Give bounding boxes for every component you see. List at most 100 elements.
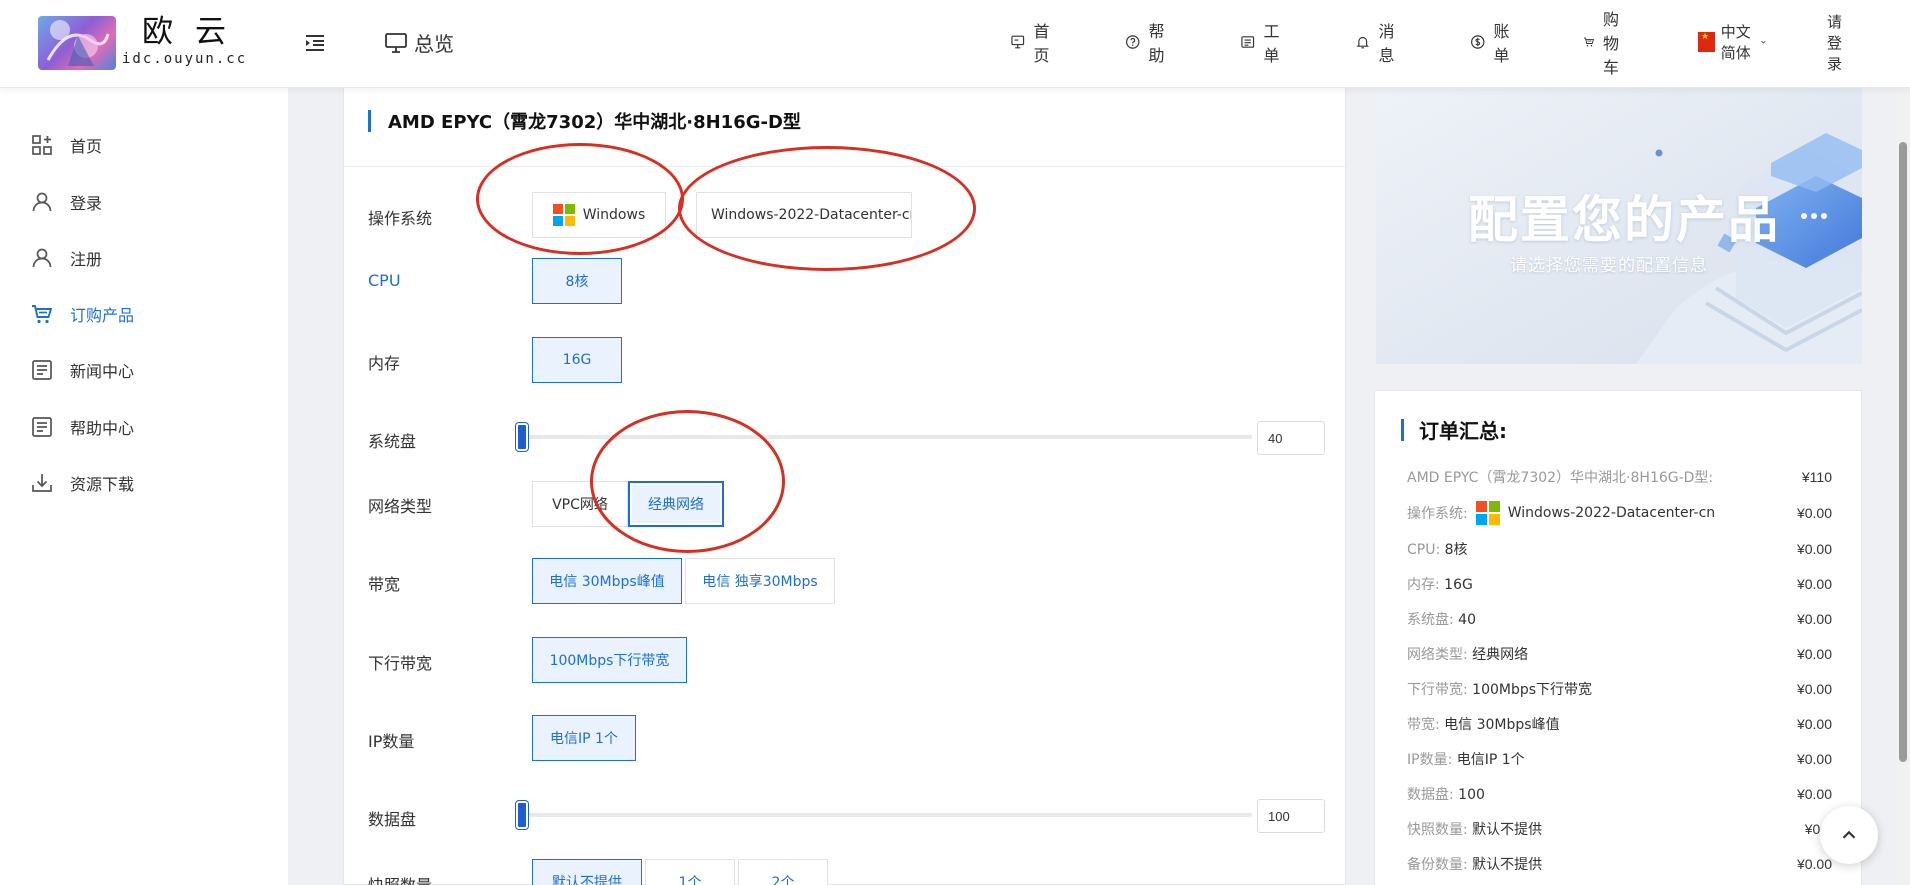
nav-home[interactable]: 首页	[1010, 18, 1056, 66]
bandwidth-option-peak[interactable]: 电信 30Mbps峰值	[532, 558, 682, 604]
back-to-top-button[interactable]	[1820, 806, 1878, 864]
summary-value: 默认不提供	[1472, 822, 1543, 838]
ip-count-option[interactable]: 电信IP 1个	[532, 715, 636, 761]
network-option-label: VPC网络	[552, 497, 608, 513]
help-circle-icon	[1126, 35, 1140, 49]
cart-icon	[1583, 37, 1595, 47]
sidebar-item-login[interactable]: 登录	[30, 190, 102, 214]
summary-title: 订单汇总:	[1419, 419, 1507, 443]
summary-price: ¥0.00	[1796, 856, 1832, 872]
nav-home-label: 首页	[1033, 22, 1050, 65]
summary-value: 40	[1458, 612, 1476, 628]
downlink-value: 100Mbps下行带宽	[549, 653, 670, 669]
sidebar-item-register[interactable]: 注册	[30, 246, 102, 270]
login-link[interactable]: 请登录	[1827, 11, 1842, 74]
order-summary: 订单汇总: AMD EPYC（霄龙7302）华中湖北·8H16G-D型: ¥11…	[1374, 390, 1862, 885]
summary-price: ¥0.00	[1796, 646, 1832, 662]
brand-name: 欧云	[142, 14, 248, 50]
config-banner: 配置您的产品 请选择您需要的配置信息	[1376, 88, 1862, 364]
summary-product-name: AMD EPYC（霄龙7302）华中湖北·8H16G-D型:	[1407, 470, 1714, 486]
sidebar-item-home[interactable]: 首页	[30, 133, 102, 157]
summary-row: 下行带宽: 100Mbps下行带宽 ¥0.00	[1407, 679, 1832, 699]
summary-key: 数据盘:	[1407, 787, 1454, 803]
system-disk-input[interactable]	[1257, 421, 1325, 455]
summary-price: ¥0.00	[1796, 786, 1832, 802]
dashboard-icon	[32, 135, 52, 155]
summary-row: 数据盘: 100 ¥0.00	[1407, 784, 1832, 804]
summary-row: 内存: 16G ¥0.00	[1407, 574, 1832, 594]
product-title-row: AMD EPYC（霄龙7302）华中湖北·8H16G-D型	[344, 88, 1347, 167]
summary-price: ¥0.00	[1796, 505, 1832, 521]
sidebar-item-news[interactable]: 新闻中心	[30, 358, 134, 382]
logo-image[interactable]	[38, 16, 116, 70]
snapshot-option-label: 1个	[678, 875, 702, 885]
nav-messages[interactable]: 消息	[1355, 18, 1401, 66]
sidebar-item-order[interactable]: 订购产品	[30, 302, 134, 326]
overview-link[interactable]: 总览	[384, 28, 454, 57]
cpu-label: CPU	[368, 271, 401, 290]
nav-bill-label: 账单	[1493, 22, 1510, 65]
data-disk-label: 数据盘	[368, 810, 417, 829]
memory-option[interactable]: 16G	[532, 337, 622, 383]
brand-domain: idc.ouyun.cc	[122, 51, 248, 67]
sidebar-item-download[interactable]: 资源下载	[30, 471, 134, 495]
snapshot-option-2[interactable]: 2个	[738, 859, 828, 885]
news-icon	[32, 360, 52, 380]
downlink-option[interactable]: 100Mbps下行带宽	[532, 637, 687, 683]
ip-count-label: IP数量	[368, 732, 415, 751]
nav-ticket[interactable]: 工单	[1240, 18, 1286, 66]
data-disk-slider[interactable]	[522, 813, 1252, 817]
summary-key: 下行带宽:	[1407, 682, 1468, 698]
china-flag-icon: ★	[1698, 32, 1715, 52]
sidebar-item-help[interactable]: 帮助中心	[30, 415, 134, 439]
system-disk-label: 系统盘	[368, 432, 417, 451]
nav-cart[interactable]: 购物车	[1583, 6, 1629, 78]
download-icon	[32, 474, 52, 492]
summary-value: 电信IP 1个	[1456, 752, 1525, 768]
snapshot-option-none[interactable]: 默认不提供	[532, 859, 642, 885]
dollar-icon	[1471, 35, 1485, 49]
summary-key: CPU:	[1407, 542, 1441, 558]
os-family-option[interactable]: Windows	[532, 192, 666, 238]
top-header: 欧云 idc.ouyun.cc 总览 首页 帮助 工单 消息 账单 购物车 ★ …	[0, 0, 1910, 88]
data-disk-input[interactable]	[1257, 799, 1325, 833]
summary-product-price: ¥110	[1801, 469, 1832, 485]
os-version-select[interactable]: Windows-2022-Datacenter-cn	[696, 192, 912, 238]
sidebar-item-label: 首页	[70, 137, 103, 156]
downlink-label: 下行带宽	[368, 654, 433, 673]
title-accent-bar	[368, 110, 371, 132]
user-add-icon	[32, 248, 52, 268]
summary-row: 带宽: 电信 30Mbps峰值 ¥0.00	[1407, 714, 1832, 734]
collapse-menu-button[interactable]	[303, 31, 329, 55]
nav-ticket-label: 工单	[1263, 22, 1280, 65]
network-option-classic[interactable]: 经典网络	[628, 481, 724, 527]
page-scrollbar[interactable]	[1896, 88, 1910, 885]
ticket-icon	[1241, 36, 1255, 48]
banner-title: 配置您的产品	[1468, 191, 1780, 249]
indent-icon	[306, 35, 324, 51]
summary-key: IP数量:	[1407, 752, 1453, 768]
language-selector[interactable]: ★ 中文简体	[1698, 21, 1767, 63]
summary-product-row: AMD EPYC（霄龙7302）华中湖北·8H16G-D型: ¥110	[1407, 467, 1832, 487]
nav-help-label: 帮助	[1148, 22, 1165, 65]
summary-row: CPU: 8核 ¥0.00	[1407, 539, 1832, 559]
network-option-vpc[interactable]: VPC网络	[532, 481, 628, 527]
summary-row: 备份数量: 默认不提供 ¥0.00	[1407, 854, 1832, 874]
network-option-label: 经典网络	[648, 497, 704, 513]
nav-bill[interactable]: 账单	[1470, 18, 1516, 66]
scrollbar-thumb[interactable]	[1899, 142, 1907, 762]
bandwidth-option-dedicated[interactable]: 电信 独享30Mbps	[685, 558, 835, 604]
snapshot-label: 快照数量	[368, 872, 432, 885]
nav-help[interactable]: 帮助	[1125, 18, 1171, 66]
chevron-down-icon	[1761, 40, 1766, 44]
system-disk-slider[interactable]	[522, 435, 1252, 439]
summary-value: 100Mbps下行带宽	[1472, 682, 1593, 698]
snapshot-option-1[interactable]: 1个	[645, 859, 735, 885]
system-disk-slider-handle[interactable]	[516, 423, 528, 451]
snapshot-option-label: 2个	[771, 875, 795, 885]
cpu-option[interactable]: 8核	[532, 258, 622, 304]
logo-art	[46, 20, 110, 66]
data-disk-slider-handle[interactable]	[516, 801, 528, 829]
chevron-up-icon	[1842, 830, 1856, 839]
bandwidth-label: 带宽	[368, 575, 401, 594]
